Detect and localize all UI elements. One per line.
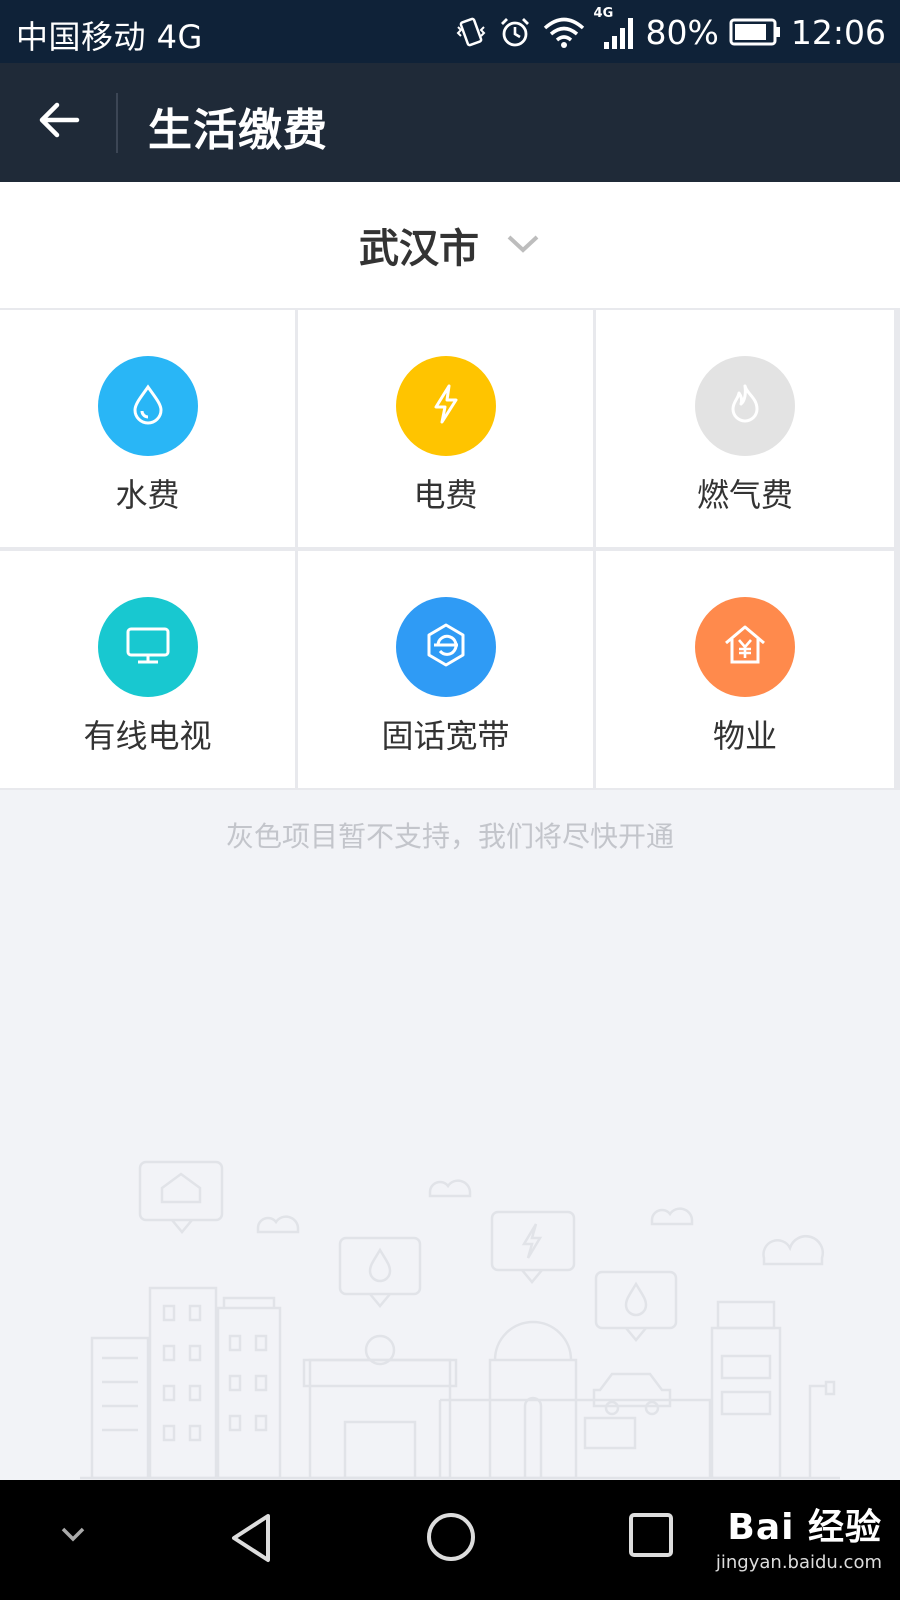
service-property-label: 物业 — [712, 717, 777, 755]
chevron-down-icon — [505, 231, 541, 259]
service-property-badge — [695, 597, 795, 697]
arrow-left-icon — [37, 98, 81, 146]
city-selector[interactable]: 武汉市 — [0, 182, 900, 308]
service-water-badge — [97, 356, 198, 456]
service-grid: 水费 电费 燃气费 有线电视 固话宽带 物业 — [0, 308, 900, 790]
flame-icon — [723, 382, 767, 430]
service-property[interactable]: 物业 — [596, 551, 894, 788]
alarm-icon — [498, 15, 532, 49]
baidu-jingyan-watermark: Bai 经验 jingyan.baidu.com — [716, 1498, 882, 1573]
app-bar: 生活缴费 — [0, 63, 900, 182]
service-electricity[interactable]: 电费 — [298, 310, 593, 547]
back-button[interactable] — [26, 89, 92, 155]
service-gas-badge — [695, 356, 795, 456]
service-electricity-label: 电费 — [413, 476, 478, 514]
service-cable-tv-badge — [97, 597, 198, 697]
service-water[interactable]: 水费 — [0, 310, 295, 547]
status-bar: 中国移动 4G 4G 80% 12:06 — [0, 0, 900, 63]
page-title: 生活缴费 — [148, 105, 328, 156]
service-cable-tv[interactable]: 有线电视 — [0, 551, 295, 788]
unsupported-hint: 灰色项目暂不支持，我们将尽快开通 — [225, 820, 674, 853]
home-circle-icon[interactable] — [424, 1510, 478, 1568]
service-broadband-label: 固话宽带 — [381, 717, 510, 755]
service-cable-tv-label: 有线电视 — [83, 717, 212, 755]
city-name: 武汉市 — [359, 226, 479, 272]
tv-icon — [124, 623, 172, 671]
back-triangle-icon[interactable] — [226, 1510, 274, 1570]
service-broadband[interactable]: 固话宽带 — [298, 551, 593, 788]
vibrate-icon — [454, 15, 488, 49]
service-gas[interactable]: 燃气费 — [596, 310, 894, 547]
battery-icon — [729, 17, 781, 47]
service-broadband-badge — [395, 597, 496, 697]
collapse-icon[interactable] — [58, 1522, 88, 1550]
wifi-icon — [542, 15, 586, 49]
recents-square-icon[interactable] — [626, 1510, 676, 1564]
battery-percent: 80% — [645, 12, 719, 52]
appbar-divider — [116, 93, 118, 153]
carrier-label: 中国移动 4G — [16, 18, 203, 56]
signal-icon: 4G — [594, 6, 636, 52]
watermark-logo: Bai 经验 — [727, 1507, 882, 1548]
net-type-label: 4G — [593, 6, 614, 21]
house-yen-icon — [721, 622, 769, 672]
service-gas-label: 燃气费 — [696, 476, 793, 514]
lightning-icon — [424, 382, 468, 430]
status-icons: 4G 80% 12:06 — [454, 6, 886, 56]
clock: 12:06 — [790, 12, 886, 52]
service-electricity-badge — [395, 356, 496, 456]
city-illustration — [80, 1160, 840, 1480]
broadband-icon — [422, 621, 470, 673]
water-drop-icon — [126, 382, 170, 430]
watermark-url: jingyan.baidu.com — [715, 1552, 882, 1573]
service-water-label: 水费 — [115, 476, 180, 514]
